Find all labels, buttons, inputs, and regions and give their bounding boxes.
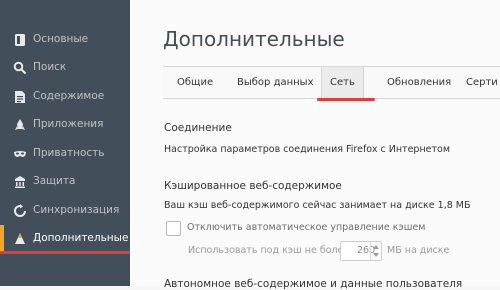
sidebar-item-label: Содержимое bbox=[33, 90, 105, 102]
content-icon bbox=[15, 91, 25, 103]
sync-icon bbox=[14, 204, 26, 217]
sidebar-item-label: Основные bbox=[33, 33, 89, 45]
applications-icon bbox=[15, 119, 25, 130]
page-title: Дополнительные bbox=[163, 27, 345, 51]
sidebar-item-applications[interactable]: Приложения bbox=[0, 111, 130, 139]
sidebar-item-sync[interactable]: Синхронизация bbox=[0, 197, 130, 225]
sidebar-item-search[interactable]: Поиск bbox=[0, 54, 130, 82]
tab-network[interactable]: Сеть bbox=[321, 67, 364, 98]
security-icon bbox=[15, 176, 25, 188]
tab-data-choices[interactable]: Выбор данных bbox=[229, 67, 322, 98]
sidebar-item-label: Поиск bbox=[33, 61, 67, 73]
tab-certificates[interactable]: Серти bbox=[458, 67, 500, 98]
cache-limit-label: Использовать под кэш не более bbox=[188, 245, 350, 256]
annotation-underline-sidebar bbox=[0, 251, 130, 254]
sidebar-item-label: Дополнительные bbox=[33, 232, 129, 244]
sidebar-item-content[interactable]: Содержимое bbox=[0, 83, 130, 111]
annotation-underline-tab bbox=[317, 98, 375, 101]
tab-updates[interactable]: Обновления bbox=[379, 67, 459, 98]
sidebar-item-advanced[interactable]: Дополнительные bbox=[0, 225, 130, 253]
sidebar-item-label: Защита bbox=[33, 175, 76, 187]
main-panel: Дополнительные Общие Выбор данных Сеть О… bbox=[130, 0, 500, 290]
spinner-down-icon[interactable] bbox=[373, 253, 379, 257]
sidebar-item-security[interactable]: Защита bbox=[0, 168, 130, 196]
sidebar-item-privacy[interactable]: Приватность bbox=[0, 140, 130, 168]
cache-title: Кэшированное веб-содержимое bbox=[164, 180, 342, 192]
cache-limit-spinner[interactable] bbox=[370, 242, 381, 260]
sidebar-item-label: Приватность bbox=[33, 147, 105, 159]
tab-general[interactable]: Общие bbox=[169, 67, 221, 98]
sidebar: Основные Поиск Содержимое Приложения При… bbox=[0, 0, 130, 286]
spinner-up-icon[interactable] bbox=[373, 245, 379, 249]
override-cache-label: Отключить автоматическое управление кэше… bbox=[187, 222, 426, 233]
cache-limit-input[interactable]: 260 bbox=[340, 241, 382, 261]
advanced-icon bbox=[15, 233, 25, 244]
sidebar-item-label: Синхронизация bbox=[33, 204, 120, 216]
cache-limit-unit: МБ на диске bbox=[387, 245, 450, 256]
offline-content-title: Автономное веб-содержимое и данные польз… bbox=[164, 278, 463, 290]
privacy-mask-icon bbox=[14, 151, 26, 157]
tab-bar: Общие Выбор данных Сеть Обновления Серти bbox=[163, 66, 500, 99]
sidebar-item-label: Приложения bbox=[33, 118, 104, 130]
search-icon bbox=[13, 61, 27, 75]
cache-description: Ваш кэш веб-содержимого сейчас занимает … bbox=[164, 200, 471, 211]
connection-title: Соединение bbox=[164, 122, 232, 134]
override-cache-checkbox[interactable] bbox=[166, 221, 181, 236]
general-icon bbox=[15, 34, 25, 46]
sidebar-item-general[interactable]: Основные bbox=[0, 26, 130, 54]
connection-description: Настройка параметров соединения Firefox … bbox=[164, 144, 451, 155]
